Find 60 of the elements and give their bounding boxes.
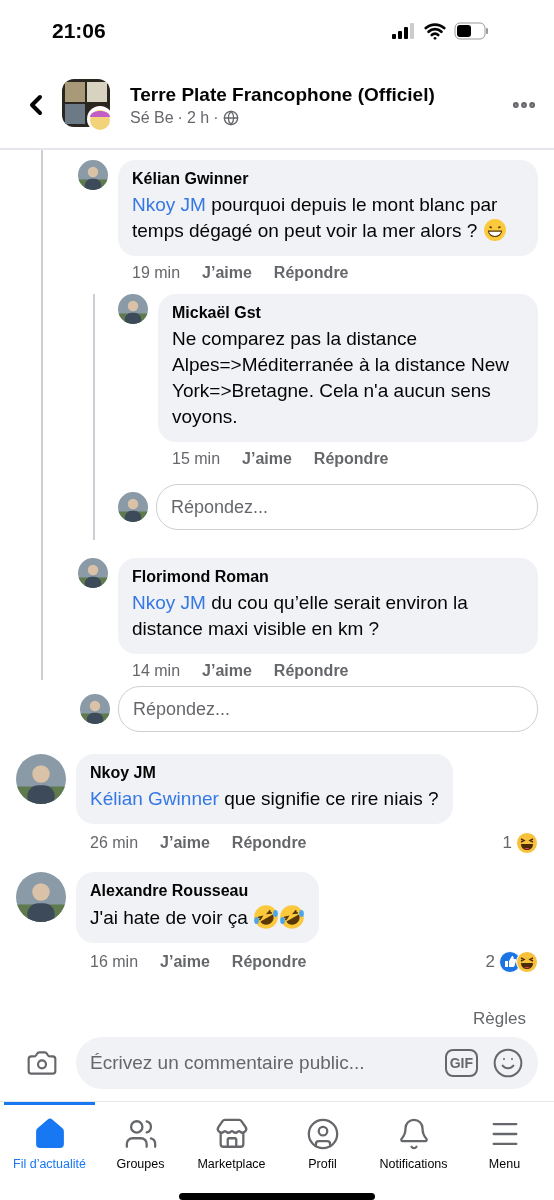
reply-field[interactable]: Répondez...: [156, 484, 538, 530]
comment-field[interactable]: Écrivez un commentaire public... GIF: [76, 1037, 538, 1089]
laughing-reaction-icon: [516, 951, 538, 973]
comment-author[interactable]: Mickaël Gst: [172, 304, 524, 322]
comment-text: Nkoy JM pourquoi depuis le mont blanc par temps dégagé on peut voir la mer alors ?: [132, 192, 524, 244]
comment-time: 19 min: [132, 264, 181, 282]
wifi-icon: [424, 20, 446, 42]
comment-text: J'ai hate de voir ça: [90, 904, 306, 931]
reply-button[interactable]: Répondre: [231, 953, 307, 971]
gif-button[interactable]: GIF: [444, 1049, 478, 1077]
rolling-laughing-emoji-icon: [253, 904, 280, 930]
comment-time: 16 min: [90, 953, 139, 971]
group-title[interactable]: Terre Plate Francophone (Officiel): [130, 83, 500, 106]
store-icon: [214, 1117, 249, 1151]
reply-button[interactable]: Répondre: [273, 662, 349, 680]
separator-dot: ·: [213, 108, 219, 127]
nav-tab[interactable]: Notifications: [368, 1102, 459, 1171]
mention-link[interactable]: Nkoy JM: [132, 194, 206, 215]
groups-icon: [123, 1117, 158, 1151]
like-button[interactable]: J’aime: [242, 450, 292, 468]
reaction-count: 2: [485, 952, 495, 972]
mention-link[interactable]: Nkoy JM: [132, 592, 206, 613]
emoji-icon[interactable]: [492, 1047, 524, 1079]
comment-time: 26 min: [90, 834, 139, 852]
like-button[interactable]: J’aime: [160, 834, 210, 852]
comment-author[interactable]: Alexandre Rousseau: [90, 882, 306, 900]
globe-icon: [222, 109, 239, 126]
rules-link[interactable]: Règles: [473, 999, 554, 1037]
profile-icon: [305, 1117, 340, 1151]
reply-field[interactable]: Répondez...: [118, 686, 538, 732]
comment-author[interactable]: Kélian Gwinner: [132, 170, 524, 188]
battery-icon: [454, 22, 490, 40]
like-button[interactable]: J’aime: [202, 662, 252, 680]
nav-tab[interactable]: Menu: [459, 1102, 550, 1171]
grinning-emoji-icon: [482, 218, 507, 242]
reply-button[interactable]: Répondre: [313, 450, 389, 468]
comment-text: Kélian Gwinner que signifie ce rire niais ?: [90, 787, 439, 811]
mention-link[interactable]: Kélian Gwinner: [90, 788, 219, 809]
comment-time: 14 min: [132, 662, 181, 680]
comment-author[interactable]: Nkoy JM: [90, 764, 439, 782]
comment-author[interactable]: Florimond Roman: [132, 568, 524, 586]
reply-button[interactable]: Répondre: [231, 834, 307, 852]
like-button[interactable]: J’aime: [160, 953, 210, 971]
post-age: 2 h: [186, 108, 210, 127]
like-button[interactable]: J’aime: [202, 264, 252, 282]
signal-icon: [392, 23, 416, 39]
laughing-reaction-icon: [516, 832, 538, 854]
nav-tab[interactable]: Fil d’actualité: [4, 1102, 95, 1171]
comment-time: 15 min: [172, 450, 221, 468]
nav-tab[interactable]: Profil: [277, 1102, 368, 1171]
comment-text: Ne comparez pas la distance Alpes=>Méditerranée à la distance New York=>Bretagne. Cela n'a aucun sens voyons.: [172, 327, 510, 429]
status-time: 21:06: [52, 19, 106, 43]
nav-tab[interactable]: Marketplace: [186, 1102, 277, 1171]
nav-tab[interactable]: Groupes: [95, 1102, 186, 1171]
rolling-laughing-emoji-icon: [279, 904, 306, 930]
comment-text: Nkoy JM du cou qu’elle serait environ la distance maxi visible en km ?: [132, 591, 469, 641]
reaction-count: 1: [502, 833, 512, 853]
separator-dot: ·: [177, 108, 183, 127]
reply-button[interactable]: Répondre: [273, 264, 349, 282]
post-author[interactable]: Sé Be: [130, 108, 174, 127]
